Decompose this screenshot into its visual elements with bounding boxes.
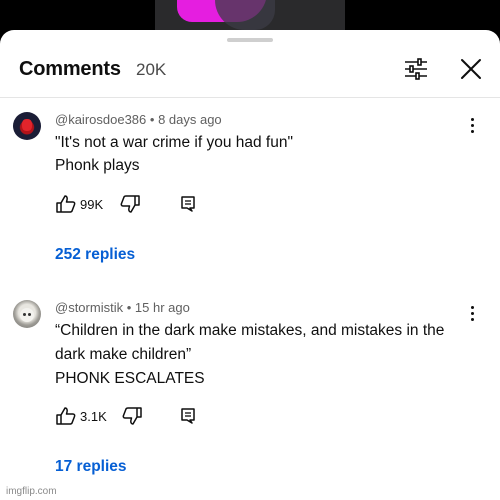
comment-time: 8 days ago [158,112,222,127]
comment-text-line: dark make children” [55,346,192,363]
meta-separator: • [126,300,135,315]
meta-separator: • [149,112,159,127]
comment-author[interactable]: @stormistik [55,300,123,315]
more-vert-icon[interactable] [466,116,480,136]
comment-time: 15 hr ago [134,300,190,315]
comment-actions: 99K [55,194,215,214]
comments-sheet: Comments 20K @kairosdoe386 • 8 days ago … [0,30,500,500]
filter-sliders-icon[interactable] [403,56,429,82]
comment-text-line: Phonk plays [55,157,140,174]
like-count: 3.1K [80,409,107,424]
comment-text-line: "It's not a war crime if you had fun" [55,134,293,151]
comment-meta: @stormistik • 15 hr ago [55,300,190,315]
avatar[interactable] [13,300,41,328]
comment-actions: 3.1K [55,406,215,426]
like-count: 99K [80,197,104,212]
video-frame [155,0,345,30]
reply-comment-icon[interactable] [179,406,197,426]
view-replies-link[interactable]: 17 replies [55,458,127,476]
view-replies-link[interactable]: 252 replies [55,246,135,264]
thumbs-up-icon[interactable] [55,194,77,214]
comment-text-line: PHONK ESCALATES [55,370,205,387]
video-player-background [0,0,500,30]
more-vert-icon[interactable] [466,304,480,324]
thumbs-up-icon[interactable] [55,406,77,426]
comment-author[interactable]: @kairosdoe386 [55,112,146,127]
thumbs-down-icon[interactable] [119,194,141,214]
watermark: imgflip.com [6,486,57,497]
comment-text-line: “Children in the dark make mistakes, and… [55,322,445,339]
thumbs-down-icon[interactable] [121,406,143,426]
avatar-eye [23,313,26,316]
comments-title: Comments [19,58,121,80]
close-icon[interactable] [458,56,484,82]
header-divider [0,97,500,98]
avatar-eye [28,313,31,316]
video-frame-shadow [215,0,275,30]
comment-meta: @kairosdoe386 • 8 days ago [55,112,222,127]
comments-header: Comments 20K [0,30,500,98]
avatar-figure [22,119,32,131]
comments-count: 20K [136,60,167,79]
avatar[interactable] [13,112,41,140]
reply-comment-icon[interactable] [179,194,197,214]
